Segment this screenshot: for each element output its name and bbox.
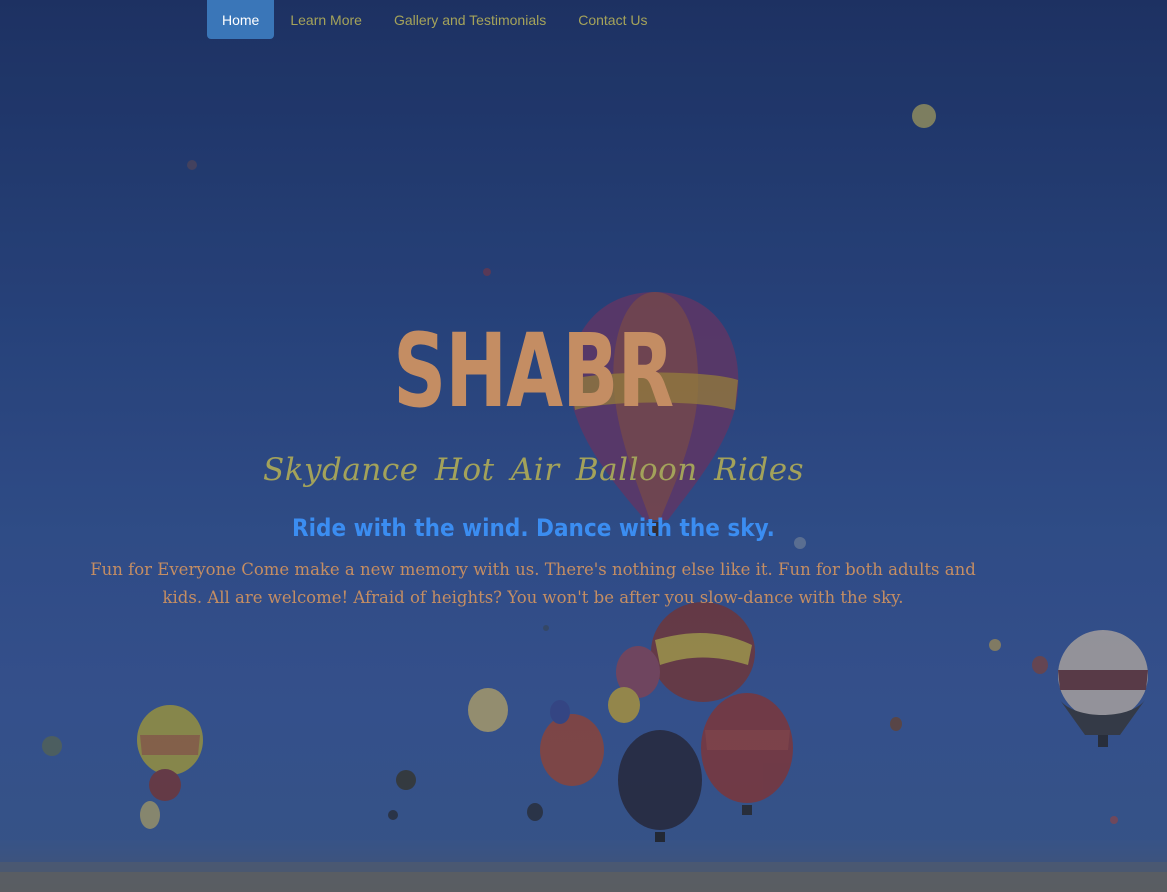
hero-subtitle: Skydance Hot Air Balloon Rides <box>263 452 804 488</box>
background-overlay <box>0 0 1167 892</box>
nav-item-gallery-testimonials[interactable]: Gallery and Testimonials <box>378 0 562 39</box>
hero-title: SHABR <box>393 312 674 431</box>
nav-item-home[interactable]: Home <box>207 0 275 39</box>
page: Home Learn More Gallery and Testimonials… <box>0 0 1167 892</box>
nav-item-learn-more[interactable]: Learn More <box>274 0 378 39</box>
nav-item-contact-us[interactable]: Contact Us <box>562 0 663 39</box>
hero-description: Fun for Everyone Come make a new memory … <box>90 560 976 607</box>
main-nav: Home Learn More Gallery and Testimonials… <box>207 0 663 39</box>
hero-tagline: Ride with the wind. Dance with the sky. <box>292 514 775 542</box>
